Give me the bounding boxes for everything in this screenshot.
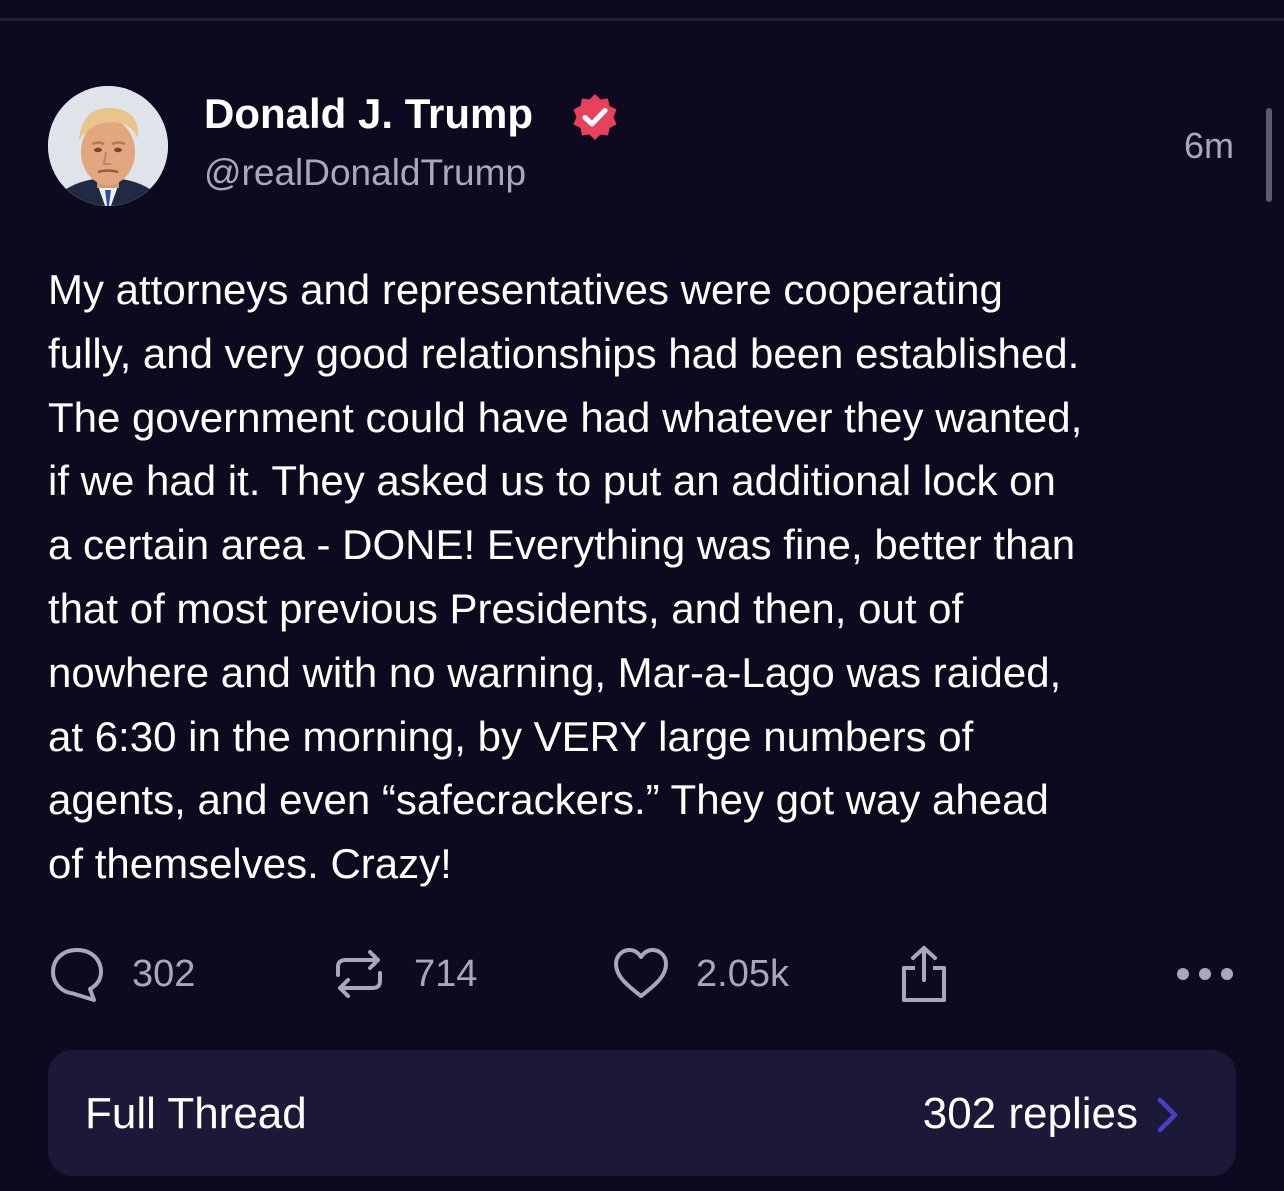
display-name[interactable]: Donald J. Trump xyxy=(204,88,533,140)
handle[interactable]: @realDonaldTrump xyxy=(204,150,526,196)
repost-icon xyxy=(336,950,382,998)
repost-count: 714 xyxy=(414,953,478,995)
more-icon xyxy=(1177,968,1233,980)
share-button[interactable] xyxy=(898,942,950,1006)
avatar[interactable] xyxy=(48,86,168,206)
full-thread-label: Full Thread xyxy=(85,1089,307,1138)
reply-count: 302 xyxy=(132,953,196,995)
timestamp: 6m xyxy=(1183,125,1234,166)
reply-icon xyxy=(51,948,103,1002)
full-thread-button[interactable]: Full Thread 302 replies xyxy=(48,1050,1236,1176)
action-bar: 302 714 2.05k xyxy=(0,942,1284,1006)
more-options-button[interactable] xyxy=(1174,942,1236,1006)
reply-button[interactable]: 302 xyxy=(48,942,195,1006)
repost-button[interactable]: 714 xyxy=(330,942,477,1006)
avatar-portrait xyxy=(48,86,168,206)
share-icon xyxy=(902,946,946,1002)
chevron-right-icon xyxy=(1157,1097,1178,1133)
post-screen: Donald J. Trump @realDonaldTrump 6m My a… xyxy=(0,0,1284,1191)
verified-badge-icon xyxy=(573,94,617,140)
top-divider xyxy=(0,18,1284,21)
like-button[interactable]: 2.05k xyxy=(612,942,789,1006)
replies-count-label: 302 replies xyxy=(922,1089,1138,1138)
heart-icon xyxy=(614,948,668,998)
scrollbar[interactable] xyxy=(1266,108,1272,202)
like-count: 2.05k xyxy=(696,953,789,995)
post-body: My attorneys and representatives were co… xyxy=(48,266,1083,888)
